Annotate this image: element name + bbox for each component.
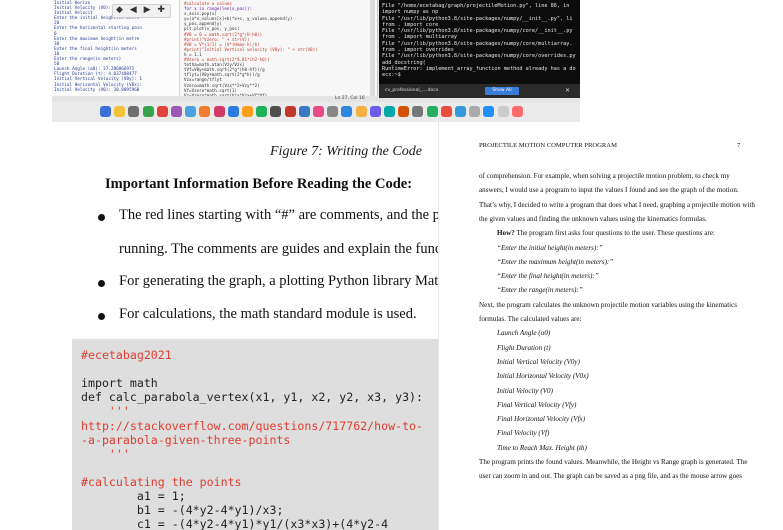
dock-app-icon[interactable] [256, 106, 268, 117]
terminal-line: ecx:~$ [382, 72, 401, 79]
dock-app-icon[interactable] [156, 106, 168, 117]
dock-app-icon[interactable] [242, 106, 253, 117]
paragraph-line: of comprehension. For example, when solv… [479, 172, 730, 180]
ide-window: Initial Horizo Initial Velocity (V0): Ini… [52, 0, 378, 96]
question-line: “Enter the range(in meters):” [497, 286, 583, 295]
code-line: #ecetabag2021 [81, 348, 172, 362]
dock-app-icon[interactable] [114, 106, 126, 117]
calculated-value-line: Initial Vertical Velocity (V0y) [497, 357, 580, 366]
paragraph-line: That’s why, I decided to write a program… [479, 200, 755, 209]
dock-app-icon[interactable] [355, 106, 367, 117]
dock-app-icon[interactable] [100, 106, 111, 117]
running-head: PROJECTILE MOTION COMPUTER PROGRAM [479, 142, 617, 149]
dock-app-icon[interactable] [284, 106, 296, 117]
dock-app-icon[interactable] [497, 106, 509, 117]
dock-app-icon[interactable] [511, 106, 523, 117]
code-line: c1 = -(4*y2-4*y1)*y1/(x3*x3)+(4*y2-4 [81, 517, 389, 530]
question-line: “Enter the maximum height(in meters):” [497, 257, 614, 266]
bullet-text: For generating the graph, a plotting Pyt… [119, 273, 457, 289]
ide-code-pane[interactable]: #calculate a values for x in range(len(x_… [182, 0, 375, 96]
terminal-line: File "/usr/lib/python3.8/site-packages/n… [382, 53, 576, 60]
figure-caption: Figure 7: Writing the Code [270, 144, 422, 159]
calculated-value-line: Final Vertical Velocity (Vfy) [497, 400, 577, 409]
dock-app-icon[interactable] [142, 106, 154, 117]
dock-app-icon[interactable] [171, 106, 182, 117]
paper-page: PROJECTILE MOTION COMPUTER PROGRAM 7 of … [438, 122, 783, 530]
paragraph-line: the given values and finding the unknown… [479, 214, 707, 223]
terminal-line: RuntimeError: implement_array_function m… [382, 65, 576, 72]
section-heading: Important Information Before Reading the… [105, 176, 413, 192]
bullet-text: For calculations, the math standard modu… [119, 306, 417, 322]
bullet-dot [98, 280, 105, 287]
dock-app-icon[interactable] [199, 106, 211, 117]
code-line: -a-parabola-given-three-points [81, 432, 291, 447]
dock-app-icon[interactable] [440, 106, 452, 117]
dock-app-icon[interactable] [426, 106, 438, 117]
paragraph-line: user can zoom in and out. The graph can … [479, 472, 743, 481]
dock-app-icon[interactable] [455, 106, 466, 117]
how-label: How? [497, 229, 515, 238]
dock-app-icon[interactable] [270, 106, 282, 117]
close-icon[interactable]: ✕ [565, 87, 570, 94]
show-all-button[interactable]: Show All [485, 87, 519, 95]
calculated-value-line: Launch Angle (α0) [497, 329, 551, 338]
ide-output-line: Initial Velocity (V0): 30.8095960 [54, 87, 140, 93]
calculated-value-line: Flight Duration (t) [497, 343, 551, 352]
calculated-value-line: Final Horizontal Velocity (Vfx) [497, 415, 586, 424]
question-line: “Enter the initial height(in meters):” [497, 243, 603, 252]
calculated-value-line: Time to Reach Max. Height (th) [497, 443, 587, 452]
code-line: ''' [81, 446, 130, 461]
ide-cursor-position: Ln 27, Col 16 [335, 96, 365, 101]
dock-app-icon[interactable] [327, 106, 339, 117]
code-line: http://stackoverflow.com/questions/71776… [81, 418, 424, 433]
app-dock [52, 102, 580, 122]
dock-app-icon[interactable] [185, 106, 197, 117]
ide-scrollbar[interactable] [370, 0, 375, 96]
how-text: The program first asks four questions to… [514, 229, 715, 238]
embedded-screenshot: Initial Horizo Initial Velocity (V0): Ini… [52, 0, 580, 122]
bullet-dot [98, 214, 105, 221]
code-line: def calc_parabola_vertex(x1, y1, x2, y2,… [81, 390, 424, 405]
paragraph-line: formulas. The calculated values are: [479, 315, 582, 323]
download-bar: cv_professional_....docx Show All ✕ [379, 84, 580, 98]
calculated-value-line: Initial Horizontal Velocity (V0x) [497, 372, 589, 381]
calculated-value-line: Initial Velocity (V0) [497, 386, 553, 395]
bullet-text: The red lines starting with “#” are comm… [119, 207, 452, 223]
calculated-value-line: Final Velocity (Vf) [497, 429, 550, 438]
paragraph-line: Next, the program calculates the unknown… [479, 300, 738, 309]
code-line: ''' [81, 404, 130, 419]
download-filename[interactable]: cv_professional_....docx [385, 88, 438, 93]
dock-app-icon[interactable] [384, 106, 395, 117]
dock-app-icon[interactable] [483, 106, 495, 117]
terminal-line: File "/usr/lib/python3.8/site-packages/n… [382, 15, 573, 22]
dock-app-icon[interactable] [313, 106, 324, 117]
page-number: 7 [737, 142, 741, 149]
bullet-dot [98, 313, 105, 320]
dock-app-icon[interactable] [412, 106, 424, 117]
paragraph-line: The program prints the found values. Mea… [479, 458, 748, 466]
terminal-window[interactable]: File "/home/ecetabag/graph/projectileMot… [379, 0, 580, 84]
dock-app-icon[interactable] [469, 106, 481, 117]
code-line: a1 = 1; [81, 489, 186, 503]
dock-app-icon[interactable] [369, 106, 381, 117]
ide-navigation-toolbar[interactable]: ◆ ◀ ▶ ✚ [112, 4, 171, 18]
dock-app-icon[interactable] [341, 106, 353, 117]
question-line: “Enter the final height(in meters):” [497, 272, 599, 281]
dock-app-icon[interactable] [398, 106, 410, 117]
bullet-text-continued: running. The comments are guides and exp… [119, 241, 457, 257]
dock-app-icon[interactable] [227, 106, 239, 117]
dock-app-icon[interactable] [128, 106, 140, 117]
dock-app-icon[interactable] [213, 106, 225, 117]
dock-app-icon[interactable] [298, 106, 310, 117]
code-line: #calculating the points [81, 474, 242, 489]
code-line: b1 = -(4*y2-4*y1)/x3; [81, 503, 284, 518]
code-line: import math [81, 376, 158, 391]
paragraph-line: How? The program first asks four questio… [497, 229, 715, 237]
paragraph-line: answers, I would use a program to input … [479, 186, 739, 195]
code-block: #ecetabag2021 import math def calc_parabol… [72, 339, 438, 530]
